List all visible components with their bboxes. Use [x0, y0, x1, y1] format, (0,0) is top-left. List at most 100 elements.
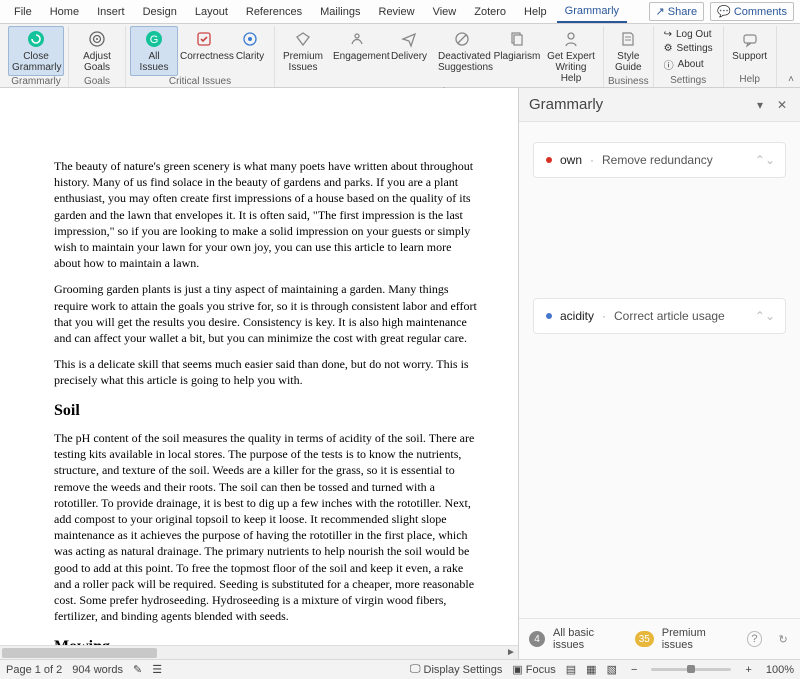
- paragraph[interactable]: The beauty of nature's green scenery is …: [54, 158, 478, 271]
- correctness-button[interactable]: Correctness: [180, 26, 228, 65]
- accessibility-icon[interactable]: ☰: [152, 663, 162, 676]
- ribbon-group-premium: Premium Issues Engagement Delivery Deact…: [275, 26, 604, 87]
- deactivated-button[interactable]: Deactivated Suggestions: [433, 26, 491, 76]
- pane-close-button[interactable]: ✕: [774, 98, 790, 112]
- issue-desc: Correct article usage: [614, 309, 725, 323]
- tab-mailings[interactable]: Mailings: [312, 2, 368, 22]
- plagiarism-button[interactable]: Plagiarism: [493, 26, 541, 65]
- issue-card[interactable]: own · Remove redundancy ⌃⌄: [533, 142, 786, 178]
- logout-button[interactable]: ↪ Log Out: [662, 28, 715, 41]
- print-layout-view-icon[interactable]: ▤: [566, 663, 576, 676]
- adjust-goals-button[interactable]: Adjust Goals: [73, 26, 121, 76]
- zoom-out-button[interactable]: −: [627, 664, 641, 676]
- zoom-in-button[interactable]: +: [741, 664, 755, 676]
- tab-file[interactable]: File: [6, 2, 40, 22]
- display-icon: 🖵: [410, 663, 421, 676]
- correctness-icon: [194, 29, 214, 49]
- tab-grammarly[interactable]: Grammarly: [557, 1, 627, 23]
- tab-zotero[interactable]: Zotero: [466, 2, 514, 22]
- grammarly-issue-list[interactable]: own · Remove redundancy ⌃⌄ acidity · Cor…: [519, 122, 800, 618]
- comments-label: Comments: [734, 6, 787, 18]
- ribbon: Close Grammarly Grammarly Adjust Goals G…: [0, 24, 800, 88]
- ribbon-group-goals: Adjust Goals Goals: [69, 26, 126, 87]
- plagiarism-label: Plagiarism: [494, 51, 541, 62]
- all-issues-label: All Issues: [133, 51, 175, 73]
- about-button[interactable]: ⓘ About: [662, 56, 715, 73]
- display-label: Display Settings: [424, 664, 503, 676]
- engagement-label: Engagement: [333, 51, 381, 62]
- premium-issues-button[interactable]: Premium Issues: [279, 26, 327, 76]
- premium-count-badge: 35: [635, 631, 654, 647]
- menu-tab-row: File Home Insert Design Layout Reference…: [0, 0, 800, 24]
- page-indicator[interactable]: Page 1 of 2: [6, 664, 62, 676]
- separator: ·: [602, 309, 606, 323]
- ribbon-collapse-button[interactable]: ˄: [788, 74, 794, 85]
- scroll-thumb[interactable]: [2, 648, 157, 658]
- logout-icon: ↪: [664, 29, 672, 40]
- heading-soil[interactable]: Soil: [54, 400, 478, 422]
- premium-issues-label[interactable]: Premium issues: [662, 627, 739, 651]
- paragraph[interactable]: The pH content of the soil measures the …: [54, 430, 478, 624]
- paragraph[interactable]: Grooming garden plants is just a tiny as…: [54, 281, 478, 346]
- tab-review[interactable]: Review: [371, 2, 423, 22]
- support-button[interactable]: Support: [728, 26, 772, 65]
- engagement-button[interactable]: Engagement: [329, 26, 385, 65]
- refresh-icon[interactable]: ↻: [776, 633, 790, 646]
- pane-title: Grammarly: [529, 96, 746, 113]
- clarity-button[interactable]: Clarity: [230, 26, 270, 65]
- web-layout-view-icon[interactable]: ▧: [607, 663, 617, 676]
- document-scroll[interactable]: The beauty of nature's green scenery is …: [0, 88, 518, 645]
- document-pane: The beauty of nature's green scenery is …: [0, 88, 518, 659]
- about-label: About: [678, 59, 704, 70]
- info-icon: ⓘ: [664, 57, 674, 72]
- diamond-icon: [293, 29, 313, 49]
- logout-label: Log Out: [676, 29, 712, 40]
- clarity-label: Clarity: [236, 51, 264, 62]
- adjust-goals-label: Adjust Goals: [76, 51, 118, 73]
- style-guide-button[interactable]: Style Guide: [608, 26, 648, 76]
- pane-options-button[interactable]: ▾: [752, 98, 768, 112]
- tab-help[interactable]: Help: [516, 2, 555, 22]
- tab-design[interactable]: Design: [135, 2, 185, 22]
- focus-button[interactable]: ▣Focus: [512, 663, 555, 676]
- focus-icon: ▣: [512, 663, 522, 676]
- close-grammarly-button[interactable]: Close Grammarly: [8, 26, 64, 76]
- engagement-icon: [347, 29, 367, 49]
- delivery-button[interactable]: Delivery: [387, 26, 431, 65]
- read-mode-view-icon[interactable]: ▦: [586, 663, 596, 676]
- zoom-knob[interactable]: [687, 665, 695, 673]
- all-issues-button[interactable]: G All Issues: [130, 26, 178, 76]
- tab-view[interactable]: View: [425, 2, 465, 22]
- group-label-help: Help: [739, 74, 760, 87]
- issue-term: own: [560, 153, 582, 167]
- basic-issues-label[interactable]: All basic issues: [553, 627, 627, 651]
- expert-help-button[interactable]: Get Expert Writing Help: [543, 26, 599, 87]
- issue-desc: Remove redundancy: [602, 153, 713, 167]
- zoom-slider[interactable]: [651, 668, 731, 671]
- heading-mowing[interactable]: Mowing: [54, 636, 478, 645]
- help-icon[interactable]: ?: [747, 631, 763, 647]
- comments-button[interactable]: 💬Comments: [710, 2, 794, 21]
- paragraph[interactable]: This is a delicate skill that seems much…: [54, 356, 478, 388]
- document-content[interactable]: The beauty of nature's green scenery is …: [0, 88, 518, 645]
- spellcheck-icon[interactable]: ✎: [133, 663, 142, 676]
- issue-card[interactable]: acidity · Correct article usage ⌃⌄: [533, 298, 786, 334]
- expert-icon: [561, 29, 581, 49]
- word-count[interactable]: 904 words: [72, 664, 123, 676]
- display-settings-button[interactable]: 🖵Display Settings: [410, 663, 502, 676]
- grammarly-pane-header: Grammarly ▾ ✕: [519, 88, 800, 122]
- zoom-percent[interactable]: 100%: [766, 664, 794, 676]
- severity-dot-icon: [546, 157, 552, 163]
- horizontal-scrollbar[interactable]: ◄ ►: [0, 645, 518, 659]
- scroll-right-icon[interactable]: ►: [504, 647, 518, 658]
- tab-layout[interactable]: Layout: [187, 2, 236, 22]
- grammarly-pane-footer: 4 All basic issues 35 Premium issues ? ↻: [519, 618, 800, 659]
- style-guide-label: Style Guide: [611, 51, 645, 73]
- tab-insert[interactable]: Insert: [89, 2, 133, 22]
- tab-home[interactable]: Home: [42, 2, 87, 22]
- tab-references[interactable]: References: [238, 2, 310, 22]
- deactivated-icon: [452, 29, 472, 49]
- settings-button[interactable]: ⚙Settings: [662, 42, 715, 55]
- share-button[interactable]: ↗Share: [649, 2, 705, 21]
- settings-label: Settings: [677, 43, 713, 54]
